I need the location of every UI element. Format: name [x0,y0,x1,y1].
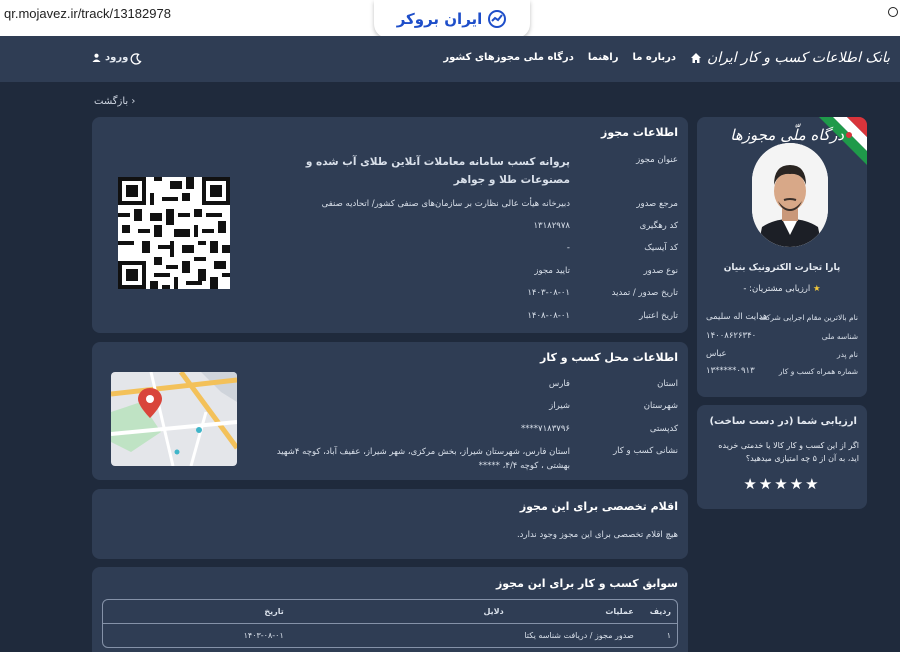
col-operation: عملیات [511,600,642,624]
label-license-title: عنوان مجوز [636,155,678,165]
value-tracking-code: ۱۳۱۸۲۹۷۸ [533,221,570,231]
license-title: اطلاعات مجوز [601,126,678,139]
qr-code [118,177,230,289]
login-button[interactable]: ورود [92,52,128,63]
value-mobile: ۰۹۱۳*****۱۳ [706,366,755,376]
value-issue-type: تایید مجوز [534,266,570,276]
label-province: استان [657,379,678,389]
avatar [752,143,828,247]
history-table-wrap: ردیف عملیات دلایل تاریخ ۱ صدور مجوز / در… [102,599,678,648]
value-father-name: عباس [706,349,727,359]
review-text: اگر از این کسب و کار کالا یا خدمتی خریده… [718,441,859,463]
table-row[interactable]: ۱ صدور مجوز / دریافت شناسه یکتا ۱۴۰۳-۰۸-… [103,624,677,648]
label-tracking-code: کد رهگیری [639,221,678,231]
portal-sign-title: درگاه ملّی مجوزها [730,126,844,144]
nav-links: درباره ما راهنما درگاه ملی مجوزهای کشور [443,52,702,64]
value-issuer: دبیرخانه هیأت عالی نظارت بر سازمان‌های ص… [321,199,570,209]
star-icon: ★ [812,284,821,294]
label-ceo: نام بالاترین مقام اجرایی شرکت [759,313,858,322]
brand-tab[interactable]: ایران بروکر [374,0,530,38]
nav-about[interactable]: درباره ما [633,52,677,64]
value-isic-code: - [566,243,570,253]
col-reason: دلایل [291,600,512,624]
review-card: ارزیابی شما (در دست ساخت) اگر از این کسب… [697,405,867,509]
customer-rating: ★ ارزیابی مشتریان: - [697,284,867,294]
value-city: شیراز [549,401,570,411]
cell-index: ۱ [666,631,671,640]
person-photo [752,143,828,247]
value-issue-date: ۱۴۰۳-۰۸-۰۱ [527,288,570,298]
label-expiry-date: تاریخ اعتبار [639,311,678,321]
special-items-card: اقلام تخصصی برای این مجوز هیچ اقلام تخصص… [92,489,688,559]
user-icon [92,53,101,62]
history-table: ردیف عملیات دلایل تاریخ ۱ صدور مجوز / در… [103,600,677,648]
label-issue-date: تاریخ صدور / تمدید [611,288,678,298]
main-navbar: بانک اطلاعات کسب و کار ایران درباره ما ر… [0,36,900,82]
rating-stars[interactable]: ★★★★★ [697,475,867,493]
url-text[interactable]: qr.mojavez.ir/track/13182978 [4,6,171,21]
label-issue-type: نوع صدور [643,266,678,276]
nav-portal[interactable]: درگاه ملی مجوزهای کشور [443,52,574,64]
special-items-title: اقلام تخصصی برای این مجوز [519,500,678,513]
home-icon[interactable] [690,52,702,64]
label-postal-code: کدپستی [649,424,678,434]
value-postal-code: ۷۱۸۳۷۹۶**** [521,424,570,434]
back-link[interactable]: بازگشت › [94,96,135,107]
brand-name: ایران بروکر [396,10,483,28]
label-address: نشانی کسب و کار [613,446,678,456]
col-index: ردیف [641,600,677,624]
label-isic-code: کد آیسیک [644,243,678,253]
value-address: استان فارس، شهرستان شیراز، بخش مرکزی، شه… [276,447,570,471]
cell-operation: صدور مجوز / دریافت شناسه یکتا [524,631,634,640]
location-map[interactable] [111,372,237,466]
label-national-id: شناسه ملی [821,332,858,341]
dark-mode-icon[interactable] [130,53,142,65]
value-province: فارس [548,379,570,389]
label-father-name: نام پدر [836,350,858,359]
col-date: تاریخ [103,600,292,624]
license-card: اطلاعات مجوز عنوان مجوز پروانه کسب سامان… [92,117,688,333]
label-city: شهرستان [643,401,678,411]
value-national-id: ۱۴۰۰۸۶۲۶۳۴۰ [706,331,757,341]
login-label: ورود [105,52,129,63]
value-license-title: پروانه کسب سامانه معاملات آنلاین طلای آب… [305,156,570,186]
history-card: سوابق کسب و کار برای این مجوز ردیف عملیا… [92,567,688,652]
value-ceo: هدایت اله سلیمی [706,312,768,322]
review-title: ارزیابی شما (در دست ساخت) [709,416,857,427]
zoom-icon[interactable] [888,7,898,17]
company-name: پارا تجارت الکترونیک بنیان [723,263,841,273]
cell-date: ۱۴۰۳-۰۸-۰۱ [243,631,284,640]
history-title: سوابق کسب و کار برای این مجوز [495,577,678,590]
special-items-text: هیچ اقلام تخصصی برای این مجوز وجود ندارد… [516,530,678,540]
history-header-row: ردیف عملیات دلایل تاریخ [103,600,677,624]
location-title: اطلاعات محل کسب و کار [540,351,678,364]
location-card: اطلاعات محل کسب و کار استان فارس شهرستان… [92,342,688,480]
brand-logo-icon [488,10,507,28]
site-logo[interactable]: بانک اطلاعات کسب و کار ایران [707,50,890,66]
value-expiry-date: ۱۴۰۸-۰۸-۰۱ [527,311,570,321]
cell-reason [292,624,512,648]
nav-help[interactable]: راهنما [588,52,619,64]
label-issuer: مرجع صدور [636,199,678,209]
label-mobile: شماره همراه کسب و کار [778,367,858,376]
customer-rating-text: ارزیابی مشتریان: - [743,284,811,294]
